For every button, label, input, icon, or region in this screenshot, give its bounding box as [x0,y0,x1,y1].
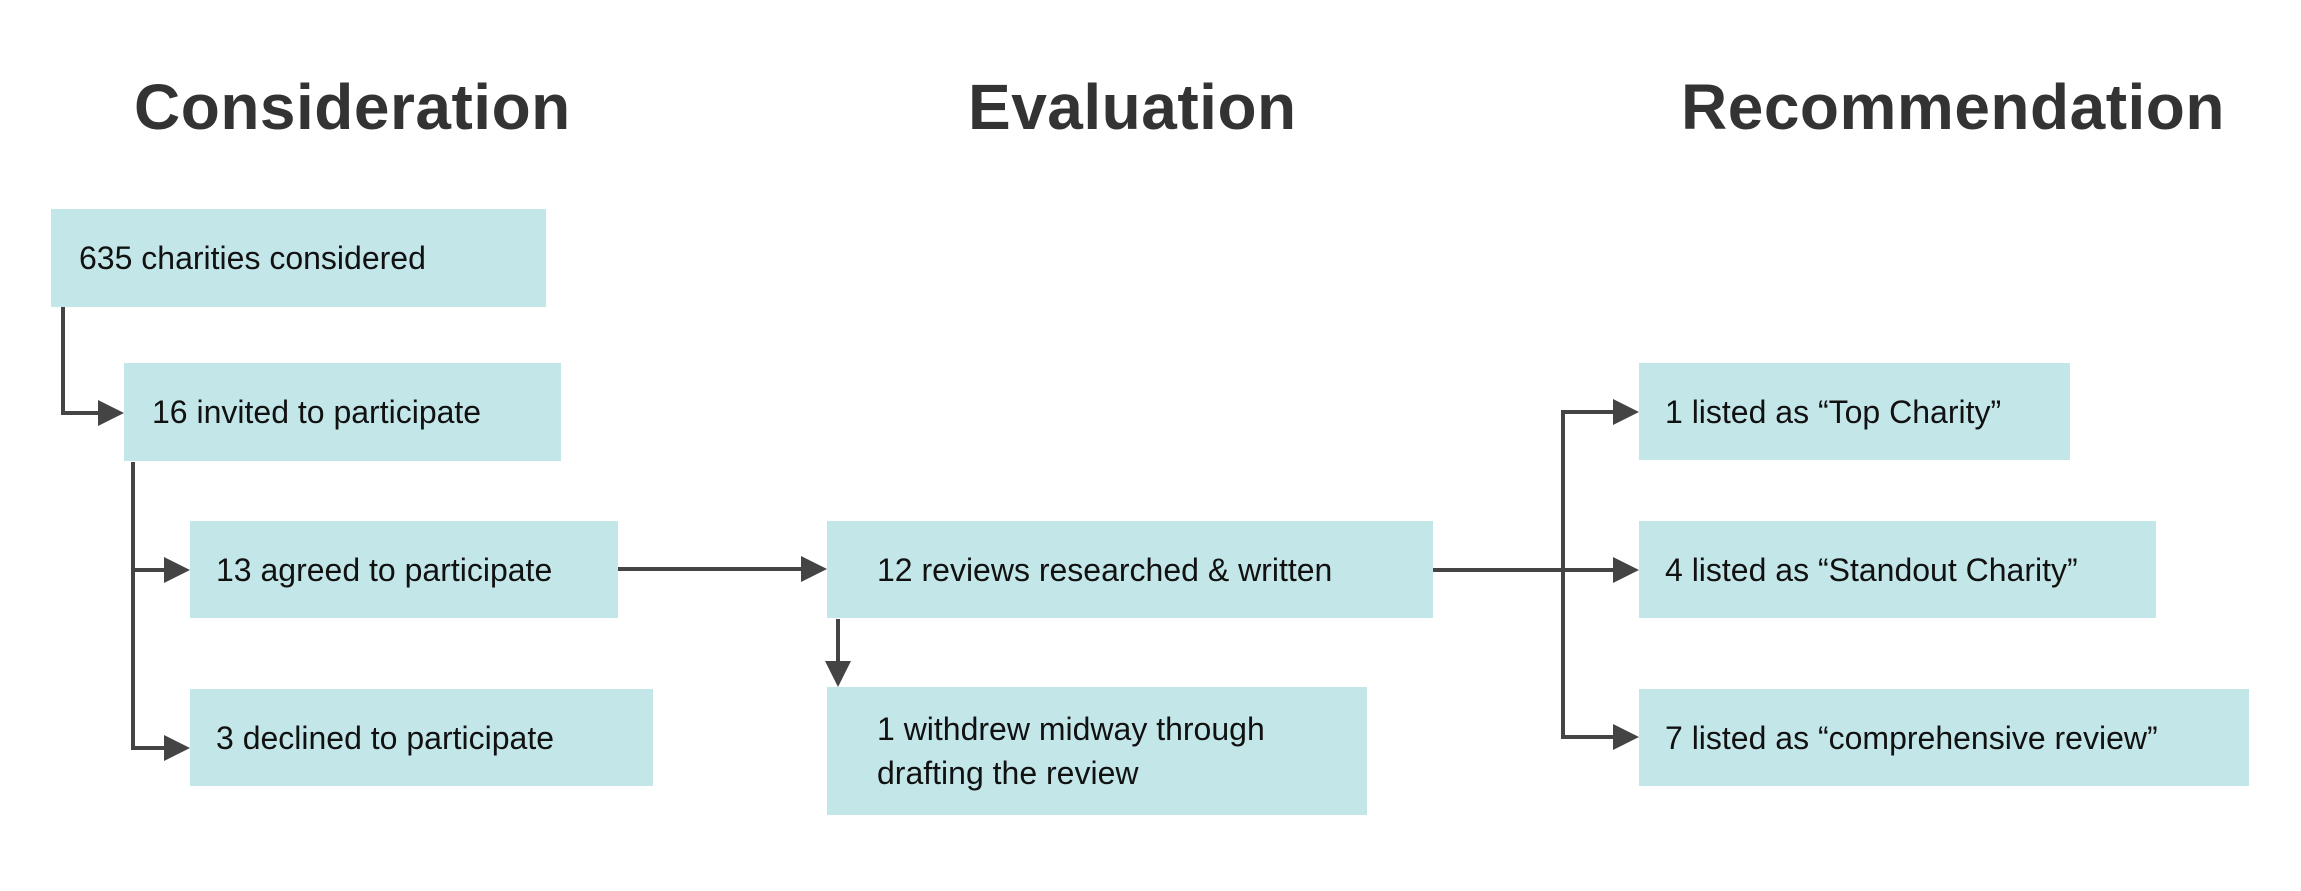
node-agreed: 13 agreed to participate [190,521,618,618]
node-withdrew-label-line2: drafting the review [877,755,1139,791]
node-standout: 4 listed as “Standout Charity” [1639,521,2156,618]
arrowhead-declined [164,735,190,761]
arrowhead-agreed [164,557,190,583]
node-considered: 635 charities considered [51,209,546,307]
node-withdrew-label-line1: 1 withdrew midway through [877,711,1265,747]
node-invited-label: 16 invited to participate [152,394,482,430]
edge-invited-declined [131,570,166,750]
arrowhead-reviews [801,556,827,582]
node-invited: 16 invited to participate [124,363,561,461]
node-reviews: 12 reviews researched & written [827,521,1433,618]
node-considered-label: 635 charities considered [79,240,426,276]
node-withdrew: 1 withdrew midway through drafting the r… [827,687,1367,815]
node-top-charity: 1 listed as “Top Charity” [1639,363,2070,460]
arrowhead-top-charity [1613,399,1639,425]
arrowhead-comprehensive [1613,724,1639,750]
node-standout-label: 4 listed as “Standout Charity” [1665,551,2078,588]
node-declined-label: 3 declined to participate [216,719,554,756]
node-agreed-label: 13 agreed to participate [216,551,553,588]
arrowhead-standout [1613,557,1639,583]
edge-reviews-top-charity [1561,410,1615,570]
edge-reviews-comprehensive [1561,570,1615,739]
node-comprehensive-label: 7 listed as “comprehensive review” [1665,719,2158,756]
edge-considered-invited [61,307,100,415]
node-declined: 3 declined to participate [190,689,653,786]
edge-invited-agreed [131,462,166,572]
arrowhead-withdrew [825,661,851,687]
node-top-charity-label: 1 listed as “Top Charity” [1665,393,2002,430]
arrowhead-invited [98,400,124,426]
node-reviews-label: 12 reviews researched & written [877,551,1333,588]
node-comprehensive: 7 listed as “comprehensive review” [1639,689,2249,786]
